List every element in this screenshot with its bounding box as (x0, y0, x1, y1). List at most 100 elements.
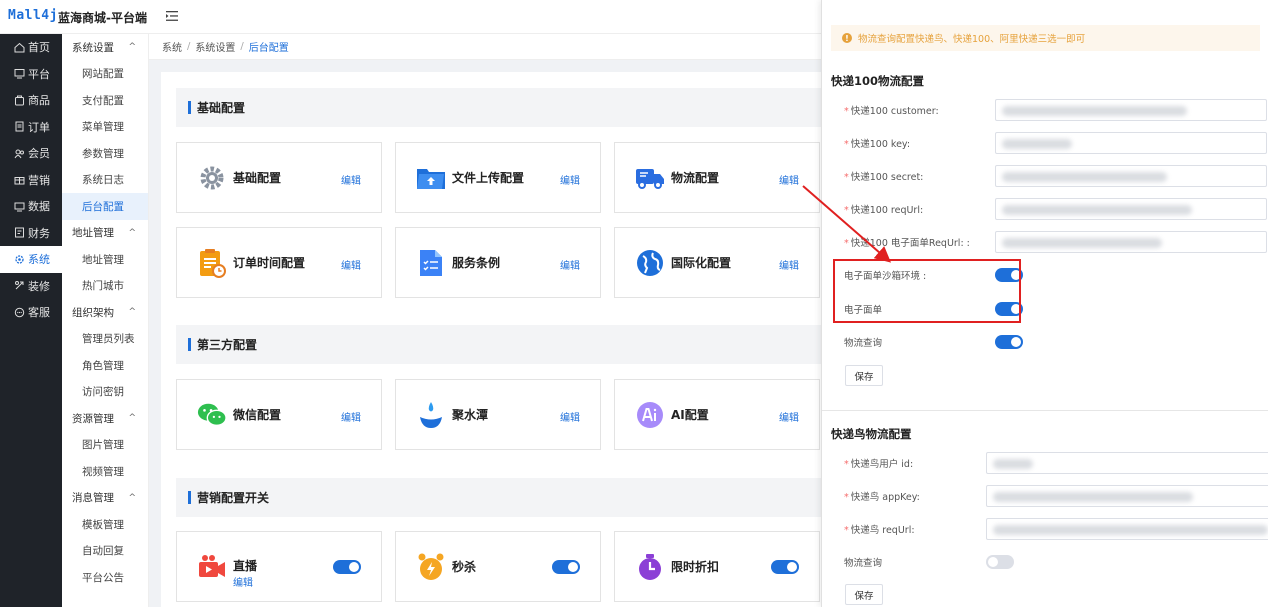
kdn-query-toggle[interactable] (986, 555, 1014, 569)
submenu-item-roles[interactable]: 角色管理 (62, 352, 148, 379)
label-text: 快递100 customer: (850, 106, 939, 117)
breadcrumb-separator: / (187, 41, 191, 52)
required-mark: * (844, 492, 849, 503)
submenu-group-system-settings[interactable]: 系统设置 ^ (62, 34, 148, 61)
edit-link[interactable]: 编辑 (560, 172, 580, 187)
member-icon (13, 147, 25, 159)
form-row: 物流查询 (844, 331, 1254, 353)
submenu-item-payment[interactable]: 支付配置 (62, 87, 148, 114)
edit-link[interactable]: 编辑 (779, 257, 799, 272)
submenu-item-keys[interactable]: 访问密钥 (62, 379, 148, 406)
submenu-item-hot-city[interactable]: 热门城市 (62, 273, 148, 300)
submenu-item-logs[interactable]: 系统日志 (62, 167, 148, 194)
label-text: 快递鸟 reqUrl: (850, 525, 915, 536)
edit-link[interactable]: 编辑 (560, 257, 580, 272)
card-seckill[interactable]: 秒杀 (395, 531, 601, 602)
water-drop-icon (416, 400, 446, 430)
nav-item-finance[interactable]: 财务 (0, 220, 62, 247)
home-icon (13, 41, 25, 53)
submenu-item-auto-reply[interactable]: 自动回复 (62, 538, 148, 565)
card-service-terms[interactable]: 服务条例 编辑 (395, 227, 601, 298)
submenu-item-params[interactable]: 参数管理 (62, 140, 148, 167)
required-mark: * (844, 238, 849, 249)
card-basic-config[interactable]: 基础配置 编辑 (176, 142, 382, 213)
nav-label: 营销 (28, 173, 50, 187)
group-label: 消息管理 (72, 492, 114, 505)
kd100-requrl-input[interactable] (995, 198, 1267, 220)
kdn-requrl-input[interactable] (986, 518, 1268, 540)
card-live[interactable]: 直播 编辑 (176, 531, 382, 602)
submenu-item-videos[interactable]: 视频管理 (62, 458, 148, 485)
timer-icon (635, 552, 665, 582)
submenu-item-notices[interactable]: 平台公告 (62, 564, 148, 591)
label-text: 快递100 secret: (850, 172, 924, 183)
decorate-icon (13, 280, 25, 292)
kd100-key-input[interactable] (995, 132, 1267, 154)
blurred-value (993, 459, 1033, 469)
card-ai-config[interactable]: AI配置 编辑 (614, 379, 820, 450)
menu-fold-icon[interactable] (165, 9, 179, 23)
required-mark: * (844, 525, 849, 536)
submenu-group-messages[interactable]: 消息管理 ^ (62, 485, 148, 512)
edit-link[interactable]: 编辑 (233, 574, 253, 589)
nav-item-marketing[interactable]: 营销 (0, 167, 62, 194)
card-title: 微信配置 (233, 408, 282, 422)
group-label: 地址管理 (72, 227, 114, 240)
card-title: 限时折扣 (671, 560, 720, 574)
kdn-userid-input[interactable] (986, 452, 1268, 474)
chevron-up-icon: ^ (128, 42, 136, 53)
edit-link[interactable]: 编辑 (341, 409, 361, 424)
submenu-group-resources[interactable]: 资源管理 ^ (62, 405, 148, 432)
field-label: * 快递鸟用户 id: (844, 456, 913, 470)
nav-item-data[interactable]: 数据 (0, 193, 62, 220)
card-limited-discount[interactable]: 限时折扣 (614, 531, 820, 602)
nav-item-system[interactable]: 系统 (0, 246, 62, 273)
breadcrumb-item[interactable]: 系统 (162, 39, 182, 54)
submenu-item-images[interactable]: 图片管理 (62, 432, 148, 459)
submenu-item-address[interactable]: 地址管理 (62, 246, 148, 273)
card-order-time-config[interactable]: 订单时间配置 编辑 (176, 227, 382, 298)
nav-item-platform[interactable]: 平台 (0, 61, 62, 88)
submenu-group-org[interactable]: 组织架构 ^ (62, 299, 148, 326)
card-logistics-config[interactable]: 物流配置 编辑 (614, 142, 820, 213)
kdn-save-button[interactable]: 保存 (845, 584, 883, 605)
submenu-item-menu[interactable]: 菜单管理 (62, 114, 148, 141)
nav-label: 系统 (28, 253, 50, 267)
section-third-party: 第三方配置 (176, 325, 821, 364)
live-toggle[interactable] (333, 560, 361, 574)
chevron-up-icon: ^ (128, 492, 136, 503)
seckill-toggle[interactable] (552, 560, 580, 574)
kdn-appkey-input[interactable] (986, 485, 1268, 507)
kd100-secret-input[interactable] (995, 165, 1267, 187)
required-mark: * (844, 172, 849, 183)
logo[interactable]: Mall4j (8, 8, 58, 23)
nav-item-home[interactable]: 首页 (0, 34, 62, 61)
kd100-eorder-requrl-input[interactable] (995, 231, 1267, 253)
card-jushuitan[interactable]: 聚水潭 编辑 (395, 379, 601, 450)
nav-item-member[interactable]: 会员 (0, 140, 62, 167)
submenu-item-website[interactable]: 网站配置 (62, 61, 148, 88)
submenu-item-backend-config[interactable]: 后台配置 (62, 193, 148, 220)
edit-link[interactable]: 编辑 (560, 409, 580, 424)
edit-link[interactable]: 编辑 (341, 257, 361, 272)
card-upload-config[interactable]: 文件上传配置 编辑 (395, 142, 601, 213)
edit-link[interactable]: 编辑 (779, 409, 799, 424)
nav-item-service[interactable]: 客服 (0, 299, 62, 326)
edit-link[interactable]: 编辑 (779, 172, 799, 187)
breadcrumb-item[interactable]: 系统设置 (195, 39, 235, 54)
kd100-customer-input[interactable] (995, 99, 1267, 121)
nav-item-goods[interactable]: 商品 (0, 87, 62, 114)
label-text: 快递鸟用户 id: (850, 459, 914, 470)
kd100-save-button[interactable]: 保存 (845, 365, 883, 386)
nav-item-order[interactable]: 订单 (0, 114, 62, 141)
card-i18n-config[interactable]: 国际化配置 编辑 (614, 227, 820, 298)
nav-item-decorate[interactable]: 装修 (0, 273, 62, 300)
submenu-item-admins[interactable]: 管理员列表 (62, 326, 148, 353)
discount-toggle[interactable] (771, 560, 799, 574)
submenu-item-templates[interactable]: 模板管理 (62, 511, 148, 538)
submenu-group-address[interactable]: 地址管理 ^ (62, 220, 148, 247)
edit-link[interactable]: 编辑 (341, 172, 361, 187)
kd100-query-toggle[interactable] (995, 335, 1023, 349)
card-wechat-config[interactable]: 微信配置 编辑 (176, 379, 382, 450)
chevron-up-icon: ^ (128, 413, 136, 424)
